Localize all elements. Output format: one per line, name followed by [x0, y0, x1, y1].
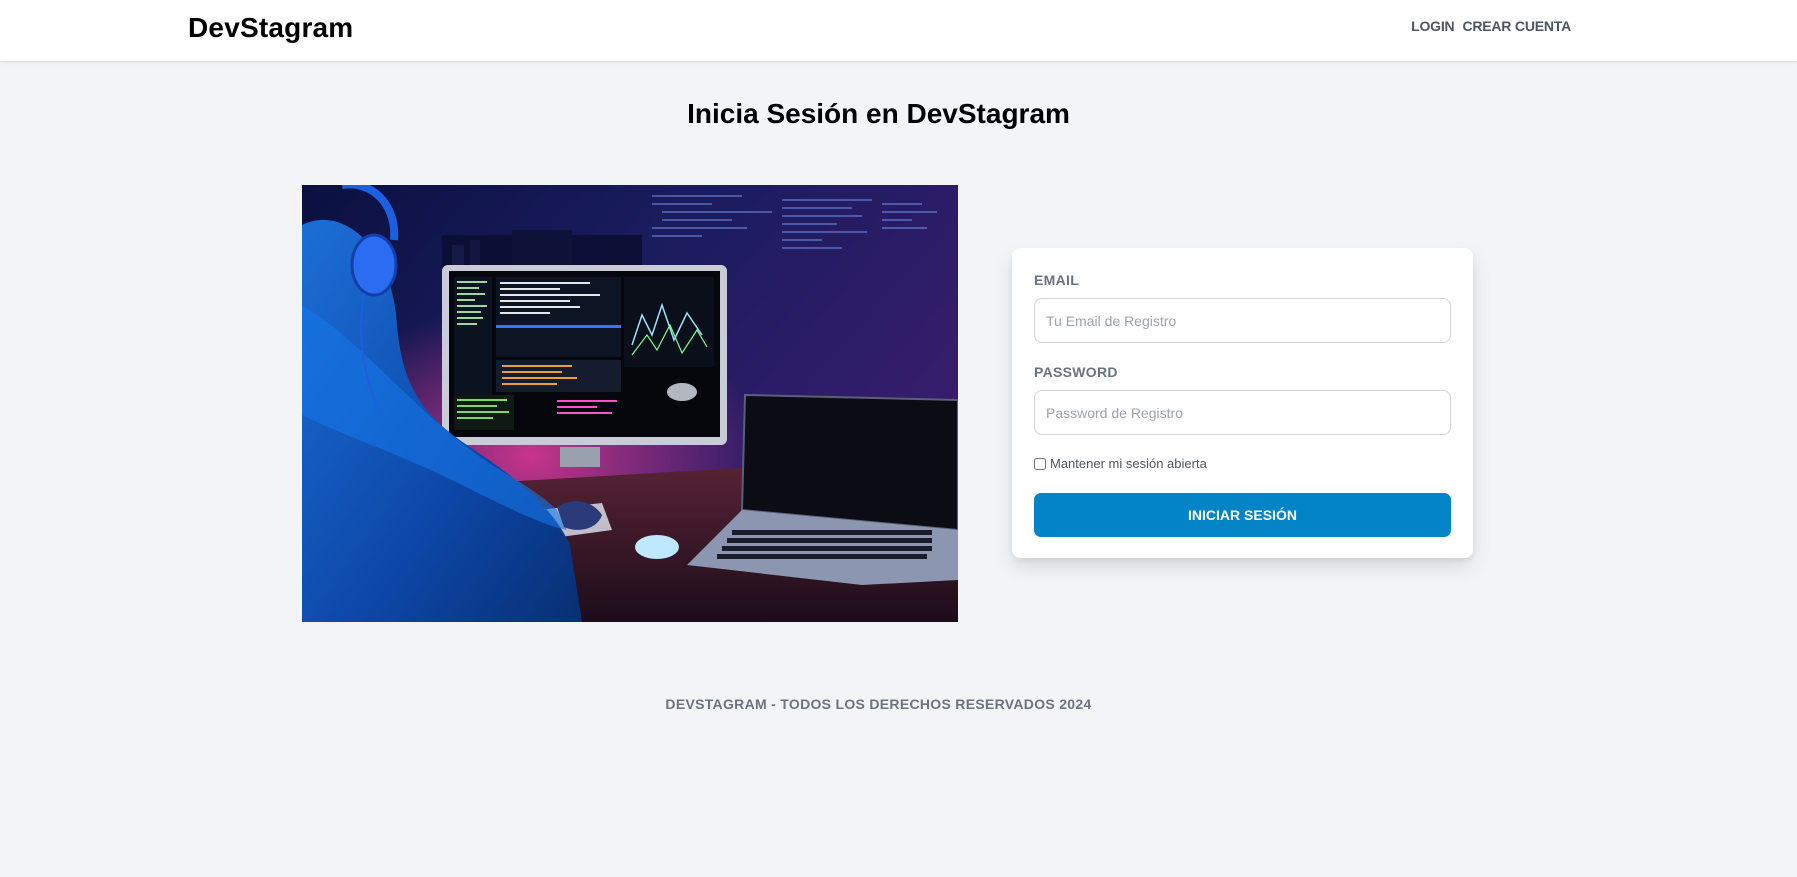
footer-copyright: DevStagram - Todos los derechos reservad… [665, 696, 1092, 712]
email-label: Email [1034, 272, 1080, 288]
email-input[interactable] [1034, 298, 1451, 343]
remember-me-checkbox[interactable] [1034, 457, 1046, 470]
nav-create-account-link[interactable]: Crear Cuenta [1462, 18, 1571, 34]
hero-image-developer-at-computer [302, 185, 958, 622]
page-title: Inicia Sesión en DevStagram [687, 98, 1070, 129]
password-label: Password [1034, 364, 1118, 380]
login-submit-button[interactable]: Iniciar Sesión [1034, 493, 1451, 537]
nav-login-link[interactable]: Login [1411, 18, 1455, 34]
top-navbar: DevStagram Login Crear Cuenta [0, 0, 1797, 61]
header-nav: Login Crear Cuenta [1411, 18, 1571, 34]
remember-me-label: Mantener mi sesión abierta [1050, 456, 1207, 471]
password-input[interactable] [1034, 390, 1451, 435]
login-form-card: Email Password Mantener mi sesión abiert… [1012, 248, 1473, 558]
remember-me-row[interactable]: Mantener mi sesión abierta [1034, 456, 1207, 471]
brand-logo-link[interactable]: DevStagram [188, 12, 353, 44]
